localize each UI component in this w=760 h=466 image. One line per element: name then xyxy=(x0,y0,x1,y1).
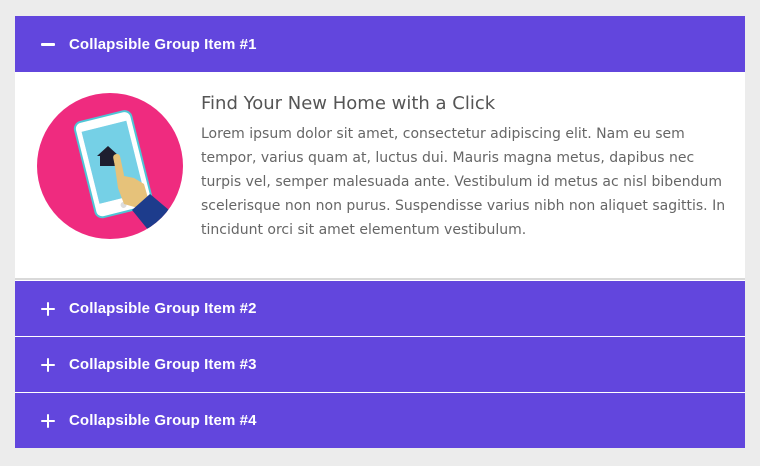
accordion-header-item-2[interactable]: Collapsible Group Item #2 xyxy=(15,280,745,336)
accordion-header-title: Collapsible Group Item #4 xyxy=(69,412,257,429)
panel-text: Lorem ipsum dolor sit amet, consectetur … xyxy=(201,126,726,238)
accordion-header-title: Collapsible Group Item #3 xyxy=(69,356,257,373)
panel-content: Find Your New Home with a Click Lorem ip… xyxy=(201,92,731,242)
accordion-header-title: Collapsible Group Item #2 xyxy=(69,300,257,317)
accordion-header-item-1[interactable]: Collapsible Group Item #1 xyxy=(15,16,745,72)
minus-icon xyxy=(41,37,55,51)
home-tablet-illustration xyxy=(37,93,183,239)
accordion-panel-item-1: Find Your New Home with a Click Lorem ip… xyxy=(15,72,745,280)
plus-icon xyxy=(41,357,55,372)
plus-icon xyxy=(41,301,55,316)
accordion-header-item-4[interactable]: Collapsible Group Item #4 xyxy=(15,392,745,448)
plus-icon xyxy=(41,413,55,428)
accordion-header-title: Collapsible Group Item #1 xyxy=(69,35,257,53)
accordion-header-item-3[interactable]: Collapsible Group Item #3 xyxy=(15,336,745,392)
panel-heading: Find Your New Home with a Click xyxy=(201,93,496,114)
accordion: Collapsible Group Item #1 Find Your New … xyxy=(15,16,745,450)
